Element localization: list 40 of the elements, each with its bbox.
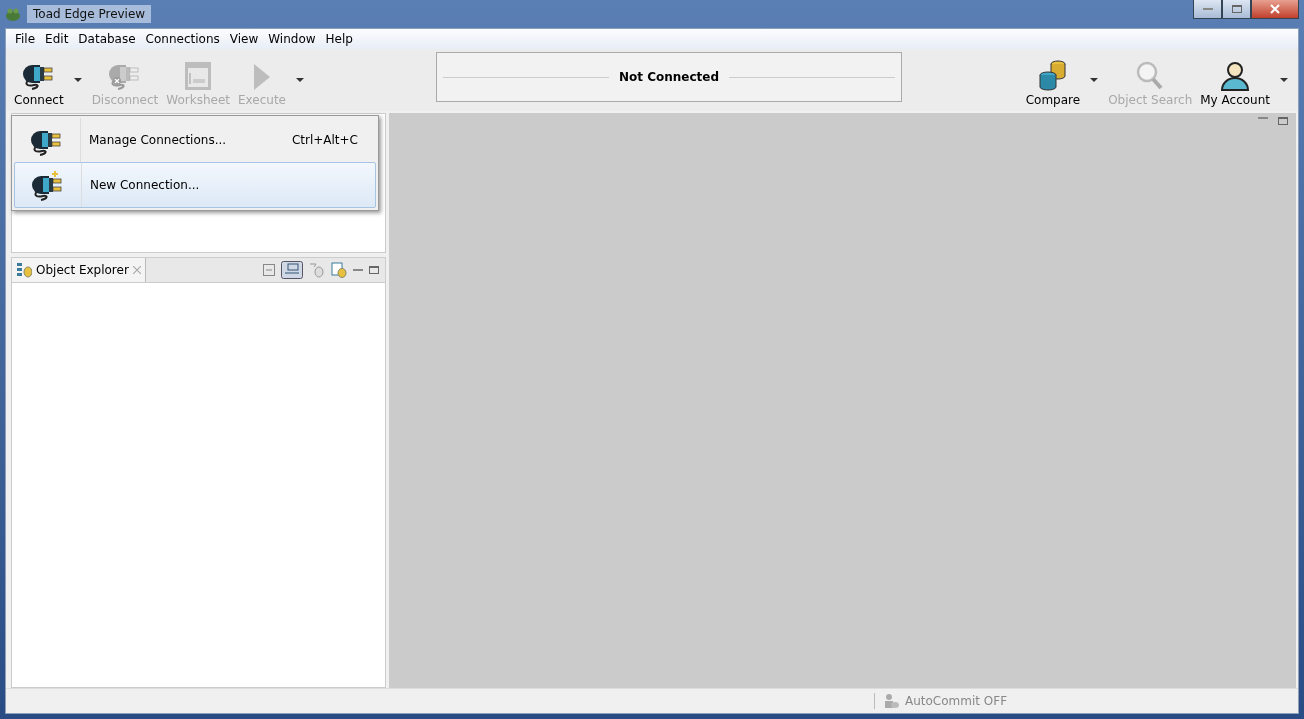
menu-item[interactable]: View bbox=[224, 30, 264, 48]
database-stack-icon bbox=[1037, 59, 1068, 91]
connection-status: Not Connected bbox=[619, 70, 720, 84]
sql-sheet-icon bbox=[184, 61, 213, 91]
link-folder-icon[interactable] bbox=[281, 261, 303, 279]
close-icon bbox=[1270, 4, 1280, 14]
database-tree-icon bbox=[16, 262, 32, 278]
toolbar-button[interactable]: My Account bbox=[1196, 53, 1294, 107]
toolbar-button[interactable]: Connect bbox=[10, 53, 88, 107]
menu-item-label: New Connection... bbox=[89, 178, 201, 192]
collapse-icon[interactable] bbox=[263, 264, 275, 276]
maximize-icon[interactable] bbox=[1278, 117, 1288, 125]
menu-item[interactable]: File bbox=[10, 30, 41, 48]
user-icon bbox=[1220, 61, 1251, 91]
shortcut-label: Ctrl+Alt+C bbox=[291, 133, 359, 147]
plug-icon bbox=[31, 168, 65, 202]
menu-item[interactable]: Edit bbox=[40, 30, 74, 48]
dropdown-caret-icon bbox=[296, 78, 304, 82]
toolbar-button[interactable]: Compare bbox=[1021, 53, 1105, 107]
menu-item[interactable]: Help bbox=[320, 30, 358, 48]
menu-item[interactable]: Window bbox=[263, 30, 321, 48]
window-title: Toad Edge Preview bbox=[27, 5, 152, 23]
dropdown-caret-icon bbox=[1280, 78, 1288, 82]
menu-item[interactable]: Database bbox=[73, 30, 141, 48]
toad-app-icon bbox=[5, 6, 21, 22]
close-tab-icon[interactable] bbox=[132, 266, 141, 274]
database-table-icon[interactable] bbox=[331, 262, 347, 278]
database-user-icon bbox=[883, 693, 899, 709]
maximize-icon[interactable] bbox=[369, 266, 379, 274]
close-button[interactable] bbox=[1251, 0, 1299, 19]
maximize-button[interactable] bbox=[1222, 0, 1251, 19]
menu-item[interactable]: Connections bbox=[140, 30, 225, 48]
menu-item-label: Manage Connections... bbox=[88, 133, 228, 147]
play-icon bbox=[253, 63, 271, 91]
minimize-button[interactable] bbox=[1193, 0, 1222, 19]
menu-item[interactable]: New Connection... bbox=[14, 162, 376, 208]
dropdown-caret-icon bbox=[1090, 78, 1099, 82]
object-explorer-tab[interactable]: Object Explorer bbox=[12, 258, 146, 282]
dropdown-caret-icon bbox=[73, 78, 82, 82]
search-icon bbox=[1136, 61, 1165, 91]
